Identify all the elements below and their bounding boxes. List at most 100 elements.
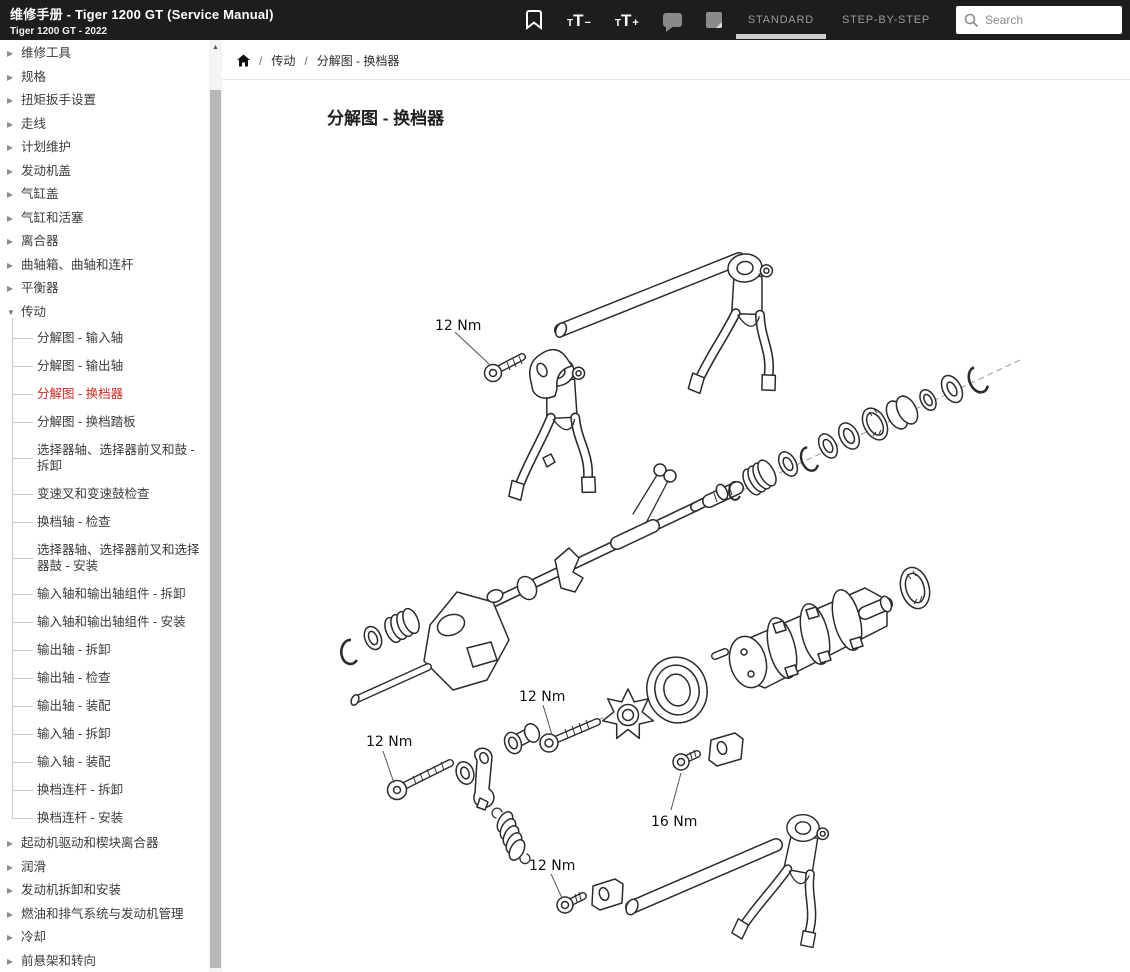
sidebar-item-label: 气缸盖 (21, 188, 59, 202)
sidebar-item[interactable]: ▶气缸盖 (0, 183, 209, 207)
washer (937, 372, 967, 406)
sidebar-item[interactable]: ▶润滑 (0, 856, 209, 880)
sidebar-item-label: 传动 (21, 306, 46, 320)
sidebar-item[interactable]: ▶气缸和活塞 (0, 207, 209, 231)
triangle-right-icon: ▶ (7, 212, 21, 226)
sidebar-item[interactable]: ▶维修工具 (0, 42, 209, 66)
sidebar-subitem-label: 分解图 - 换档器 (37, 386, 123, 402)
triangle-right-icon: ▶ (7, 165, 21, 179)
sidebar-item-label: 计划维护 (21, 141, 71, 155)
torque-label: 12 Nm (435, 318, 481, 334)
search-input[interactable] (985, 13, 1095, 27)
sidebar-item-label: 发动机拆卸和安装 (21, 884, 121, 898)
scroll-up-arrow-icon[interactable]: ▲ (209, 42, 222, 54)
sidebar-item-label: 规格 (21, 71, 46, 85)
sidebar-item[interactable]: ▶前悬架和转向 (0, 950, 209, 972)
sidebar-subitem[interactable]: 输入轴 - 装配 (0, 748, 209, 776)
sidebar-subitem[interactable]: 换档轴 - 检查 (0, 508, 209, 536)
sidebar-item[interactable]: ▶发动机拆卸和安装 (0, 879, 209, 903)
sidebar-item[interactable]: ▶起动机驱动和楔块离合器 (0, 832, 209, 856)
triangle-right-icon: ▶ (7, 118, 21, 132)
minus-glyph: − (584, 18, 590, 29)
small-block (543, 454, 555, 467)
sidebar-item[interactable]: ▶燃油和排气系统与发动机管理 (0, 903, 209, 927)
sidebar-item-label: 曲轴箱、曲轴和连杆 (21, 259, 134, 273)
sidebar-subitem[interactable]: 选择器轴、选择器前叉和鼓 - 拆卸 (0, 436, 209, 480)
sidebar-item[interactable]: ▶计划维护 (0, 136, 209, 160)
sidebar-item[interactable]: ▶发动机盖 (0, 160, 209, 184)
triangle-right-icon: ▶ (7, 94, 21, 108)
sidebar-nav: ▶维修工具▶规格▶扭矩扳手设置▶走线▶计划维护▶发动机盖▶气缸盖▶气缸和活塞▶离… (0, 40, 209, 972)
tab-standard[interactable]: STANDARD (746, 10, 816, 30)
big-t-glyph: T (621, 12, 631, 29)
header-title-block: 维修手册 - Tiger 1200 GT (Service Manual) Ti… (0, 4, 274, 37)
exploded-diagram: 12 Nm 12 Nm 12 Nm 16 Nm 12 Nm (225, 190, 1130, 972)
bookmark-icon[interactable] (525, 9, 543, 31)
text-increase-button[interactable]: TT+ (615, 12, 639, 29)
sidebar-item-label: 气缸和活塞 (21, 212, 84, 226)
sidebar-subitem[interactable]: 分解图 - 换档器 (0, 380, 209, 408)
triangle-right-icon: ▶ (7, 837, 21, 851)
sidebar-subitem[interactable]: 输出轴 - 拆卸 (0, 636, 209, 664)
sidebar-subitem[interactable]: 分解图 - 输入轴 (0, 324, 209, 352)
note-button[interactable] (706, 12, 722, 28)
sidebar-scrollbar[interactable]: ▲ (209, 40, 222, 972)
washer (453, 759, 477, 786)
sidebar-subitem-label: 分解图 - 输出轴 (37, 358, 123, 374)
sidebar-item-label: 离合器 (21, 235, 59, 249)
sidebar-item[interactable]: ▼传动 (0, 301, 209, 325)
sidebar-subitem[interactable]: 分解图 - 换档踏板 (0, 408, 209, 436)
sidebar-subitem[interactable]: 输出轴 - 装配 (0, 692, 209, 720)
sidebar-scrollbar-thumb[interactable] (210, 90, 221, 968)
washer (834, 419, 863, 452)
tab-step-by-step[interactable]: STEP-BY-STEP (840, 10, 932, 30)
app-subtitle: Tiger 1200 GT - 2022 (10, 26, 274, 37)
search-box[interactable] (956, 6, 1122, 34)
torque-label: 16 Nm (651, 814, 697, 830)
sidebar-subitem[interactable]: 输入轴和输出轴组件 - 拆卸 (0, 580, 209, 608)
torque-label-group: 12 Nm 12 Nm 12 Nm 16 Nm 12 Nm (366, 318, 697, 898)
sidebar-item[interactable]: ▶走线 (0, 113, 209, 137)
washer (775, 449, 801, 479)
triangle-right-icon: ▶ (7, 884, 21, 898)
home-icon[interactable] (237, 54, 250, 67)
triangle-right-icon: ▶ (7, 141, 21, 155)
gearchange-shaft (472, 486, 737, 617)
sidebar-subitem-label: 换档轴 - 检查 (37, 514, 111, 530)
sidebar-item[interactable]: ▶规格 (0, 66, 209, 90)
sidebar-subitem-label: 输出轴 - 检查 (37, 670, 111, 686)
sidebar-item-label: 维修工具 (21, 47, 71, 61)
torque-label: 12 Nm (366, 734, 412, 750)
sidebar-item-label: 润滑 (21, 861, 46, 875)
sidebar-item[interactable]: ▶冷却 (0, 926, 209, 950)
sidebar-item-label: 起动机驱动和楔块离合器 (21, 837, 159, 851)
bearing-disc (641, 651, 713, 728)
sidebar-subitem[interactable]: 换档连杆 - 拆卸 (0, 776, 209, 804)
small-rod (350, 667, 428, 706)
ring (917, 387, 940, 413)
sidebar-subitem[interactable]: 选择器轴、选择器前叉和选择器鼓 - 安装 (0, 536, 209, 580)
sidebar-subitem[interactable]: 输入轴 - 拆卸 (0, 720, 209, 748)
sidebar-subitem-label: 输入轴 - 装配 (37, 754, 111, 770)
sidebar-subitem[interactable]: 变速叉和变速鼓检查 (0, 480, 209, 508)
sidebar-item[interactable]: ▶离合器 (0, 230, 209, 254)
sidebar-subitem[interactable]: 输入轴和输出轴组件 - 安装 (0, 608, 209, 636)
sidebar-subitem[interactable]: 输出轴 - 检查 (0, 664, 209, 692)
breadcrumb-item[interactable]: 传动 (271, 52, 295, 69)
coil-spring (382, 606, 423, 644)
sidebar-item[interactable]: ▶扭矩扳手设置 (0, 89, 209, 113)
torque-bolt-3 (388, 762, 451, 800)
sidebar-subitem[interactable]: 分解图 - 输出轴 (0, 352, 209, 380)
comment-button[interactable] (663, 13, 682, 27)
sidebar-item[interactable]: ▶平衡器 (0, 277, 209, 301)
text-decrease-button[interactable]: TT− (567, 12, 591, 29)
selector-fork-shaft-top (554, 259, 739, 339)
breadcrumb-item[interactable]: 分解图 - 换档器 (317, 52, 400, 69)
sidebar-subitem-label: 输出轴 - 拆卸 (37, 642, 111, 658)
sidebar-subitem[interactable]: 换档连杆 - 安装 (0, 804, 209, 832)
header-controls: TT− TT+ STANDARD STEP-BY-STEP (525, 0, 1122, 40)
torque-label: 12 Nm (519, 689, 565, 705)
comment-icon (663, 13, 682, 27)
sidebar-item[interactable]: ▶曲轴箱、曲轴和连杆 (0, 254, 209, 278)
breadcrumb: /传动/分解图 - 换档器 (222, 40, 1130, 80)
